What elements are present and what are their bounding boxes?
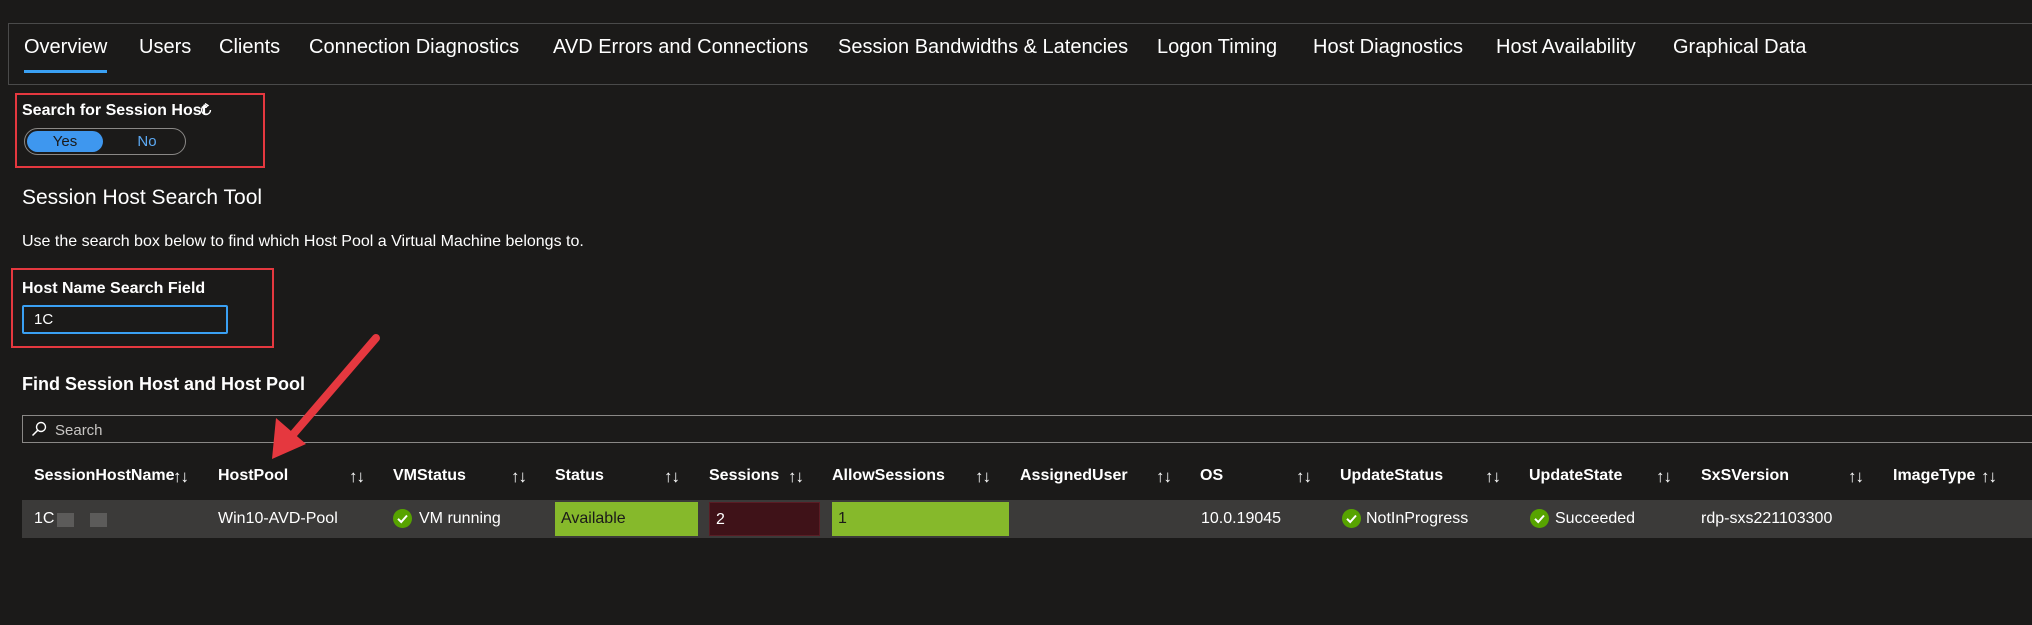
cell-os: 10.0.19045 — [1201, 510, 1282, 527]
host-name-search-input[interactable] — [22, 305, 228, 334]
column-header-sessionhostname[interactable]: SessionHostName — [34, 467, 175, 485]
redacted-mask — [90, 513, 107, 527]
tool-description: Use the search box below to find which H… — [22, 233, 584, 250]
column-header-vmstatus[interactable]: VMStatus — [393, 467, 466, 485]
find-session-host-title: Find Session Host and Host Pool — [22, 374, 306, 394]
status-available-block: Available — [555, 502, 698, 536]
cell-allowsessions: 1 — [838, 510, 847, 527]
cell-updatestate: Succeeded — [1555, 510, 1636, 527]
cell-updatestatus: NotInProgress — [1366, 510, 1469, 527]
column-header-hostpool[interactable]: HostPool — [218, 467, 288, 485]
column-header-imagetype[interactable]: ImageType — [1893, 467, 1975, 485]
tab-host-diagnostics[interactable]: Host Diagnostics — [1313, 36, 1463, 59]
tab-overview[interactable]: Overview — [24, 36, 108, 73]
tab-connection-diagnostics[interactable]: Connection Diagnostics — [309, 36, 519, 59]
tab-host-availability[interactable]: Host Availability — [1496, 36, 1636, 59]
column-header-sxsversion[interactable]: SxSVersion — [1701, 467, 1789, 485]
host-name-search-field-label: Host Name Search Field — [22, 280, 206, 297]
refresh-icon[interactable] — [199, 103, 213, 117]
column-header-assigneduser[interactable]: AssignedUser — [1020, 467, 1128, 485]
toggle-option-yes[interactable]: Yes — [27, 131, 103, 152]
sort-icon[interactable]: ↑↓ — [349, 467, 365, 487]
sort-icon[interactable]: ↑↓ — [511, 467, 527, 487]
column-header-sessions[interactable]: Sessions — [709, 467, 779, 485]
column-header-status[interactable]: Status — [555, 467, 604, 485]
session-host-search-tool-title: Session Host Search Tool — [22, 186, 263, 209]
results-search-box — [22, 415, 2032, 443]
toggle-option-no[interactable]: No — [109, 131, 185, 152]
cell-sessions: 2 — [716, 511, 725, 528]
cell-status: Available — [561, 510, 626, 527]
tab-logon-timing[interactable]: Logon Timing — [1157, 36, 1277, 59]
sessions-block: 2 — [709, 502, 820, 536]
cell-hostpool: Win10-AVD-Pool — [218, 510, 338, 527]
check-circle-icon — [1530, 509, 1549, 528]
sort-icon[interactable]: ↑↓ — [664, 467, 680, 487]
sort-icon[interactable]: ↑↓ — [1656, 467, 1672, 487]
tab-users[interactable]: Users — [139, 36, 191, 59]
check-circle-icon — [393, 509, 412, 528]
search-icon — [31, 421, 47, 437]
tab-avd-errors-and-connections[interactable]: AVD Errors and Connections — [553, 36, 808, 59]
sort-icon[interactable]: ↑↓ — [788, 467, 804, 487]
cell-sxsversion: rdp-sxs221103300 — [1701, 510, 1833, 527]
cell-sessionhostname: 1C — [34, 510, 55, 527]
cell-vmstatus: VM running — [419, 510, 501, 527]
search-session-host-toggle: Yes No — [24, 128, 186, 155]
sort-icon[interactable]: ↑↓ — [1848, 467, 1864, 487]
check-circle-icon — [1342, 509, 1361, 528]
tab-session-bandwidths-latencies[interactable]: Session Bandwidths & Latencies — [838, 36, 1128, 59]
sort-icon[interactable]: ↑↓ — [173, 467, 189, 487]
column-header-allowsessions[interactable]: AllowSessions — [832, 467, 945, 485]
sort-icon[interactable]: ↑↓ — [1296, 467, 1312, 487]
sort-icon[interactable]: ↑↓ — [1981, 467, 1997, 487]
column-header-updatestatus[interactable]: UpdateStatus — [1340, 467, 1443, 485]
column-header-updatestate[interactable]: UpdateState — [1529, 467, 1622, 485]
results-search-input[interactable] — [53, 418, 657, 442]
allowsessions-block: 1 — [832, 502, 1009, 536]
sort-icon[interactable]: ↑↓ — [1156, 467, 1172, 487]
column-header-os[interactable]: OS — [1200, 467, 1223, 485]
sort-icon[interactable]: ↑↓ — [975, 467, 991, 487]
sort-icon[interactable]: ↑↓ — [1485, 467, 1501, 487]
tab-bar: Overview Users Clients Connection Diagno… — [8, 23, 2032, 85]
search-session-host-label: Search for Session Host — [22, 102, 207, 119]
tab-clients[interactable]: Clients — [219, 36, 280, 59]
tab-graphical-data[interactable]: Graphical Data — [1673, 36, 1806, 59]
redacted-mask — [57, 513, 74, 527]
